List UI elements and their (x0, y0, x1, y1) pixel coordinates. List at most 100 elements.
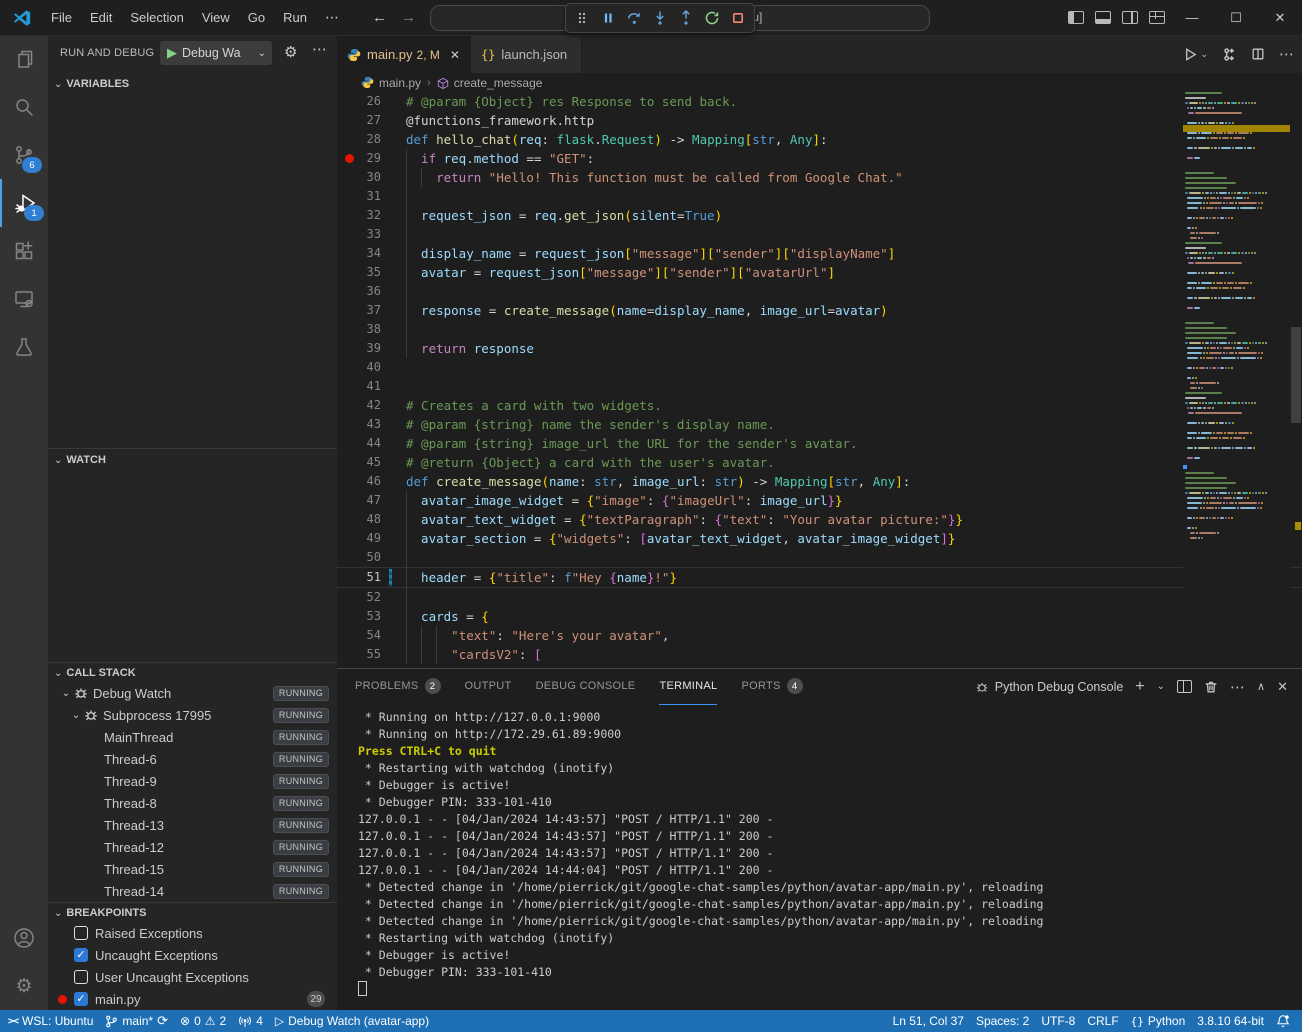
callstack-row[interactable]: ⌄Debug WatchRUNNING (48, 682, 337, 704)
statusbar-eol[interactable]: CRLF (1081, 1010, 1124, 1032)
line-number[interactable]: 33 (337, 225, 381, 244)
close-panel-icon[interactable]: ✕ (1277, 679, 1288, 695)
code-editor[interactable]: 26# @param {Object} res Response to send… (337, 92, 1302, 668)
kill-terminal-icon[interactable] (1204, 680, 1218, 694)
tab-launch-json[interactable]: {}launch.json (471, 35, 582, 73)
breadcrumb[interactable]: main.py › create_message (337, 73, 1302, 92)
window-close-button[interactable]: ✕ (1258, 0, 1302, 35)
nav-back-icon[interactable]: ← (372, 9, 387, 26)
activitybar-run-and-debug[interactable]: 1 (0, 179, 50, 227)
line-number[interactable]: 53 (337, 607, 381, 626)
line-number[interactable]: 40 (337, 358, 381, 377)
line-number[interactable]: 28 (337, 130, 381, 149)
line-number[interactable]: 48 (337, 510, 381, 529)
step-over-icon[interactable] (622, 6, 646, 30)
activitybar-settings[interactable]: ⚙ (0, 962, 48, 1010)
terminal-profile[interactable]: Python Debug Console (975, 680, 1124, 694)
stop-icon[interactable] (726, 6, 750, 30)
breakpoint-checkbox[interactable]: ✓ (74, 948, 88, 962)
breakpoint-checkbox[interactable] (74, 970, 88, 984)
statusbar-git-branch[interactable]: main*⟳ (99, 1010, 174, 1032)
activitybar-extensions[interactable] (0, 227, 48, 275)
toggle-sidebar-icon[interactable] (1062, 0, 1089, 35)
line-number[interactable]: 37 (337, 301, 381, 320)
activitybar-account[interactable] (0, 914, 48, 962)
statusbar-cursor-position[interactable]: Ln 51, Col 37 (887, 1010, 970, 1032)
menu-view[interactable]: View (193, 0, 239, 35)
breakpoint-checkbox[interactable] (74, 926, 88, 940)
step-into-icon[interactable] (648, 6, 672, 30)
section-call-stack[interactable]: ⌄ CALL STACK (48, 662, 337, 683)
split-terminal-icon[interactable] (1177, 680, 1192, 693)
panel-tab-debug-console[interactable]: DEBUG CONSOLE (536, 669, 636, 704)
statusbar-remote-indicator[interactable]: ><WSL: Ubuntu (2, 1010, 99, 1032)
statusbar-forwarded-ports[interactable]: 4 (232, 1010, 269, 1032)
toggle-secondary-sidebar-icon[interactable] (1116, 0, 1143, 35)
line-number[interactable]: 41 (337, 377, 381, 396)
line-number[interactable]: 47 (337, 491, 381, 510)
menubar-more-icon[interactable]: ⋯ (316, 9, 348, 26)
pause-icon[interactable] (596, 6, 620, 30)
window-maximize-button[interactable]: ☐ (1214, 0, 1258, 35)
line-number[interactable]: 26 (337, 92, 381, 111)
panel-tab-ports[interactable]: PORTS4 (741, 669, 802, 704)
line-number[interactable]: 49 (337, 529, 381, 548)
menu-go[interactable]: Go (239, 0, 274, 35)
statusbar-language-mode[interactable]: {}Python (1125, 1010, 1192, 1032)
panel-tab-terminal[interactable]: TERMINAL (659, 669, 717, 705)
breadcrumb-symbol[interactable]: create_message (454, 76, 543, 90)
line-number[interactable]: 51 (337, 568, 381, 587)
line-number[interactable]: 38 (337, 320, 381, 339)
editor-scrollbar[interactable] (1290, 92, 1302, 668)
menu-file[interactable]: File (42, 0, 81, 35)
menu-edit[interactable]: Edit (81, 0, 121, 35)
callstack-row[interactable]: Thread-6RUNNING (48, 748, 337, 770)
menu-selection[interactable]: Selection (121, 0, 192, 35)
line-number[interactable]: 27 (337, 111, 381, 130)
step-out-icon[interactable] (674, 6, 698, 30)
callstack-row[interactable]: MainThreadRUNNING (48, 726, 337, 748)
statusbar-notifications[interactable] (1270, 1010, 1296, 1032)
callstack-row[interactable]: Thread-14RUNNING (48, 880, 337, 902)
new-terminal-icon[interactable]: + (1135, 678, 1144, 696)
line-number[interactable]: 52 (337, 588, 381, 607)
statusbar-problems[interactable]: ⊗0⚠2 (174, 1010, 232, 1032)
split-editor-icon[interactable] (1251, 47, 1265, 61)
statusbar-debug-session[interactable]: ▷Debug Watch (avatar-app) (269, 1010, 435, 1032)
close-icon[interactable]: ✕ (450, 48, 460, 62)
run-or-debug-icon[interactable] (1222, 47, 1237, 62)
breakpoint-row[interactable]: ✓Uncaught Exceptions (48, 944, 337, 966)
callstack-row[interactable]: ⌄Subprocess 17995RUNNING (48, 704, 337, 726)
toggle-panel-icon[interactable] (1089, 0, 1116, 35)
line-number[interactable]: 54 (337, 626, 381, 645)
breakpoint-row[interactable]: Raised Exceptions (48, 922, 337, 944)
line-number[interactable]: 30 (337, 168, 381, 187)
window-minimize-button[interactable]: — (1170, 0, 1214, 35)
debug-settings-gear-icon[interactable]: ⚙ (284, 43, 297, 61)
line-number[interactable]: 35 (337, 263, 381, 282)
breadcrumb-file[interactable]: main.py (379, 76, 421, 90)
line-number[interactable]: 44 (337, 434, 381, 453)
line-number[interactable]: 36 (337, 282, 381, 301)
section-breakpoints[interactable]: ⌄ BREAKPOINTS (48, 902, 337, 923)
breakpoint-dot-icon[interactable] (345, 154, 354, 163)
activitybar-remote-explorer[interactable] (0, 275, 48, 323)
line-number[interactable]: 34 (337, 244, 381, 263)
line-number[interactable]: 45 (337, 453, 381, 472)
callstack-row[interactable]: Thread-9RUNNING (48, 770, 337, 792)
breakpoint-row[interactable]: ✓main.py29 (48, 988, 337, 1010)
breakpoint-checkbox[interactable]: ✓ (74, 992, 88, 1006)
callstack-row[interactable]: Thread-12RUNNING (48, 836, 337, 858)
line-number[interactable]: 31 (337, 187, 381, 206)
activitybar-search[interactable] (0, 83, 48, 131)
scrollbar-thumb[interactable] (1291, 327, 1301, 423)
line-number[interactable]: 29 (337, 149, 381, 168)
nav-forward-icon[interactable]: → (401, 9, 416, 26)
terminal-output[interactable]: * Running on http://127.0.0.1:9000 * Run… (358, 709, 1292, 1006)
line-number[interactable]: 39 (337, 339, 381, 358)
activitybar-testing[interactable] (0, 323, 48, 371)
line-number[interactable]: 32 (337, 206, 381, 225)
tab-main-py[interactable]: main.py2, M✕ (337, 35, 471, 73)
panel-tab-problems[interactable]: PROBLEMS2 (355, 669, 441, 704)
callstack-row[interactable]: Thread-13RUNNING (48, 814, 337, 836)
